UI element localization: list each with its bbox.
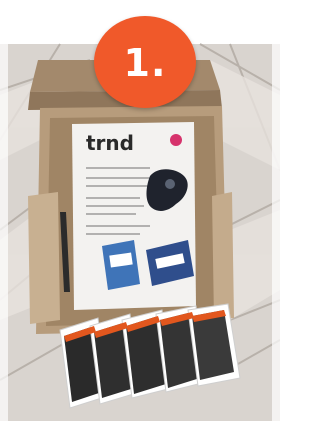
step-number-badge: 1.: [94, 16, 196, 108]
photo-frame: trnd 1.: [0, 0, 280, 421]
step-number: 1.: [123, 41, 167, 85]
letter-brand: trnd: [86, 131, 134, 155]
letter-logo-dot: [170, 134, 182, 146]
product-card-left: [102, 240, 140, 290]
